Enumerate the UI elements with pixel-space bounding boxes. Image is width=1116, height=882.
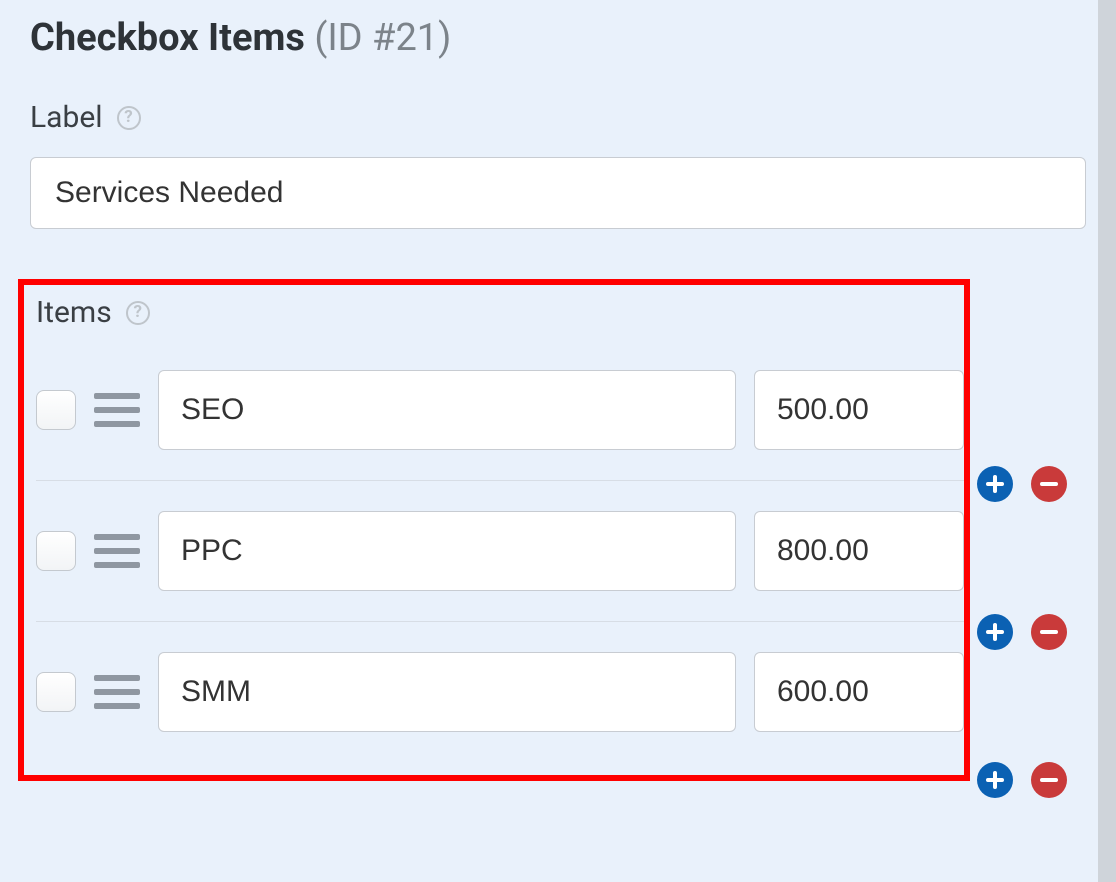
help-icon[interactable]: ? <box>117 106 141 130</box>
drag-handle-icon[interactable] <box>94 393 140 427</box>
remove-item-button[interactable] <box>1031 762 1067 798</box>
item-row <box>24 644 964 740</box>
drag-handle-icon[interactable] <box>94 675 140 709</box>
item-price-input[interactable] <box>754 511 964 591</box>
items-section: Items ? <box>18 279 970 781</box>
remove-item-button[interactable] <box>1031 466 1067 502</box>
item-default-checkbox[interactable] <box>36 672 76 712</box>
label-field-label: Label <box>30 100 103 135</box>
item-default-checkbox[interactable] <box>36 531 76 571</box>
item-actions <box>977 614 1067 650</box>
remove-item-button[interactable] <box>1031 614 1067 650</box>
row-separator <box>36 480 964 481</box>
scrollbar-track[interactable] <box>1098 0 1116 882</box>
item-name-input[interactable] <box>158 511 736 591</box>
item-price-input[interactable] <box>754 652 964 732</box>
item-row <box>24 362 964 458</box>
item-name-input[interactable] <box>158 652 736 732</box>
label-input[interactable] <box>30 157 1086 229</box>
add-item-button[interactable] <box>977 762 1013 798</box>
item-default-checkbox[interactable] <box>36 390 76 430</box>
drag-handle-icon[interactable] <box>94 534 140 568</box>
row-separator <box>36 621 964 622</box>
items-label: Items <box>36 295 112 330</box>
item-row <box>24 503 964 599</box>
panel-title-text: Checkbox Items <box>30 16 305 60</box>
add-item-button[interactable] <box>977 466 1013 502</box>
item-actions <box>977 466 1067 502</box>
add-item-button[interactable] <box>977 614 1013 650</box>
panel-title-id: (ID #21) <box>314 16 451 60</box>
panel-title: Checkbox Items (ID #21) <box>30 16 1086 60</box>
item-name-input[interactable] <box>158 370 736 450</box>
item-actions <box>977 762 1067 798</box>
help-icon[interactable]: ? <box>126 301 150 325</box>
item-price-input[interactable] <box>754 370 964 450</box>
